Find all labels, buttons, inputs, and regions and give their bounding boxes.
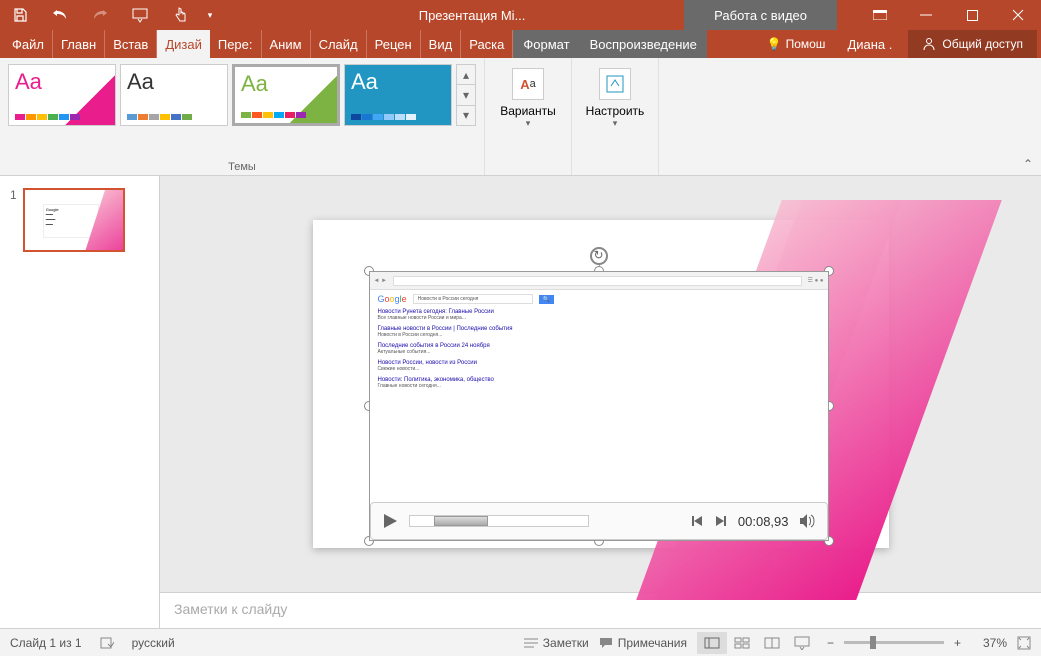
redo-button[interactable] <box>80 0 120 30</box>
browser-chrome: ◄ ►☰ ● ● <box>370 272 828 290</box>
tab-home[interactable]: Главн <box>53 30 105 58</box>
document-title: Презентация Mi... <box>220 8 684 23</box>
language-indicator[interactable]: русский <box>132 636 175 650</box>
zoom-out-button[interactable]: − <box>827 636 834 650</box>
zoom-percentage[interactable]: 37% <box>971 636 1007 650</box>
tab-playback[interactable]: Воспроизведение <box>580 30 707 58</box>
quick-access-toolbar: ▾ <box>0 0 220 30</box>
theme-thumbnail-3[interactable]: Aa <box>232 64 340 126</box>
fit-icon <box>1017 636 1031 650</box>
spellcheck-icon <box>100 636 114 650</box>
tab-file[interactable]: Файл <box>4 30 53 58</box>
close-button[interactable] <box>995 0 1041 30</box>
video-frame: ◄ ►☰ ● ● Google Новости в России сегодня… <box>369 271 829 541</box>
variants-group: Aa Варианты ▾ <box>485 58 572 175</box>
themes-group: Aa Aa Aa Aa ▴ ▾ ▾ Темы <box>0 58 485 175</box>
ribbon-tabs: Файл Главн Встав Дизай Пере: Аним Слайд … <box>0 30 1041 58</box>
ribbon: Aa Aa Aa Aa ▴ ▾ ▾ Темы Aa <box>0 58 1041 176</box>
contextual-tab-title: Работа с видео <box>684 0 837 30</box>
spellcheck-button[interactable] <box>100 636 114 650</box>
slide-thumbnail-1[interactable]: 1 Google━━━━━━━━━━ <box>10 188 149 252</box>
slide-counter[interactable]: Слайд 1 из 1 <box>10 636 82 650</box>
tab-slideshow[interactable]: Слайд <box>311 30 367 58</box>
notes-toggle-button[interactable]: Заметки <box>524 636 589 650</box>
lightbulb-icon: 💡 <box>767 37 782 51</box>
play-button[interactable] <box>381 512 399 530</box>
browser-content: Google Новости в России сегодня 🔍 Новост… <box>370 290 828 398</box>
gallery-row-up-icon[interactable]: ▴ <box>457 65 475 85</box>
normal-view-button[interactable] <box>697 632 727 654</box>
theme-thumbnail-2[interactable]: Aa <box>120 64 228 126</box>
tab-transitions[interactable]: Пере: <box>210 30 262 58</box>
tab-design[interactable]: Дизай <box>157 30 210 58</box>
ribbon-display-button[interactable] <box>857 0 903 30</box>
google-logo: Google <box>378 294 407 304</box>
customize-group: Настроить ▾ <box>572 58 659 175</box>
tab-insert[interactable]: Встав <box>105 30 157 58</box>
video-progress-bar[interactable] <box>409 515 589 527</box>
title-bar: ▾ Презентация Mi... Работа с видео <box>0 0 1041 30</box>
slide-canvas-area[interactable]: ◄ ►☰ ● ● Google Новости в России сегодня… <box>160 176 1041 592</box>
rotate-handle[interactable] <box>590 247 608 265</box>
qat-customize-button[interactable]: ▾ <box>200 0 220 30</box>
zoom-slider-thumb[interactable] <box>870 636 876 649</box>
slideshow-view-button[interactable] <box>787 632 817 654</box>
slide-editor: ◄ ►☰ ● ● Google Новости в России сегодня… <box>160 176 1041 628</box>
start-slideshow-button[interactable] <box>120 0 160 30</box>
notes-icon <box>524 637 538 649</box>
video-timestamp: 00:08,93 <box>738 514 789 529</box>
slide-canvas[interactable]: ◄ ►☰ ● ● Google Новости в России сегодня… <box>313 220 889 548</box>
customize-icon <box>605 74 625 94</box>
minimize-button[interactable] <box>903 0 949 30</box>
window-controls <box>857 0 1041 30</box>
video-object[interactable]: ◄ ►☰ ● ● Google Новости в России сегодня… <box>369 271 829 541</box>
tab-view[interactable]: Вид <box>421 30 462 58</box>
step-back-button[interactable] <box>690 514 704 528</box>
theme-thumbnail-4[interactable]: Aa <box>344 64 452 126</box>
save-button[interactable] <box>0 0 40 30</box>
tab-animations[interactable]: Аним <box>262 30 311 58</box>
themes-group-label: Темы <box>8 159 476 173</box>
view-buttons <box>697 632 817 654</box>
share-button[interactable]: Общий доступ <box>908 30 1037 58</box>
touch-mode-button[interactable] <box>160 0 200 30</box>
gallery-row-down-icon[interactable]: ▾ <box>457 85 475 105</box>
customize-button[interactable]: Настроить ▾ <box>580 64 650 133</box>
comments-button[interactable]: Примечания <box>599 636 687 650</box>
slide-sorter-view-button[interactable] <box>727 632 757 654</box>
variants-button[interactable]: Aa Варианты ▾ <box>493 64 563 133</box>
comments-icon <box>599 637 613 649</box>
zoom-in-button[interactable]: + <box>954 636 961 650</box>
themes-gallery-expand[interactable]: ▴ ▾ ▾ <box>456 64 476 126</box>
progress-thumb[interactable] <box>434 516 488 526</box>
undo-button[interactable] <box>40 0 80 30</box>
tab-storyboard[interactable]: Раска <box>461 30 513 58</box>
collapse-ribbon-button[interactable]: ⌃ <box>1023 157 1033 171</box>
help-button[interactable]: 💡 Помош <box>761 37 832 51</box>
slide-thumbnail-panel[interactable]: 1 Google━━━━━━━━━━ <box>0 176 160 628</box>
account-name[interactable]: Диана . <box>839 37 900 52</box>
volume-button[interactable] <box>799 513 817 529</box>
tab-format[interactable]: Формат <box>513 30 579 58</box>
reading-view-button[interactable] <box>757 632 787 654</box>
main-workspace: 1 Google━━━━━━━━━━ <box>0 176 1041 628</box>
maximize-button[interactable] <box>949 0 995 30</box>
share-icon <box>922 37 936 51</box>
tab-review[interactable]: Рецен <box>367 30 421 58</box>
fit-to-window-button[interactable] <box>1017 636 1031 650</box>
step-forward-button[interactable] <box>714 514 728 528</box>
notes-pane[interactable]: Заметки к слайду <box>160 592 1041 628</box>
gallery-more-icon[interactable]: ▾ <box>457 106 475 125</box>
status-bar: Слайд 1 из 1 русский Заметки Примечания … <box>0 628 1041 656</box>
theme-thumbnail-1[interactable]: Aa <box>8 64 116 126</box>
zoom-slider[interactable] <box>844 641 944 644</box>
video-controls: 00:08,93 <box>370 502 828 540</box>
